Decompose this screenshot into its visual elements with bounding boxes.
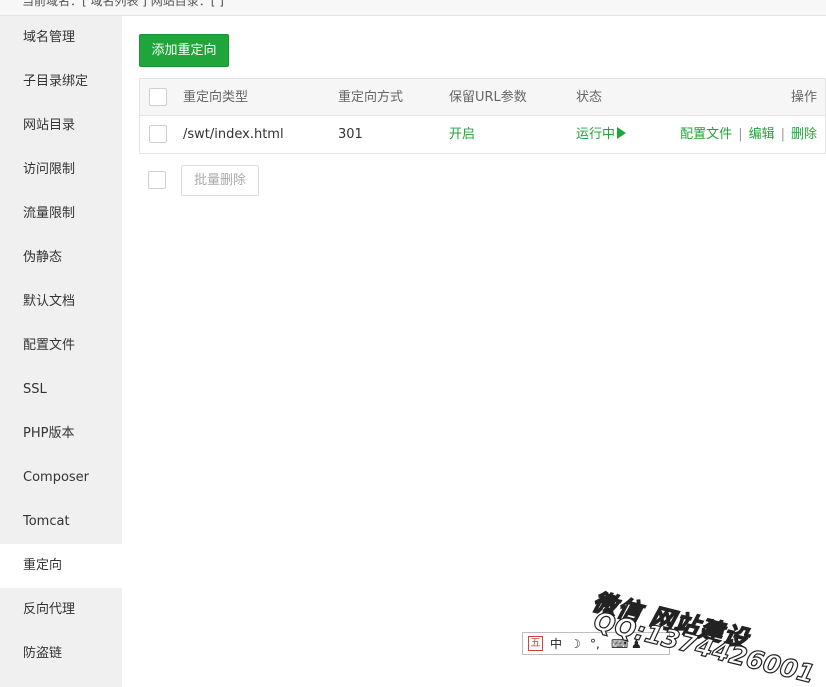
redirect-table: 重定向类型 重定向方式 保留URL参数 状态 操作 /swt/index.htm… xyxy=(139,78,826,154)
sidebar-item-php-version[interactable]: PHP版本 xyxy=(0,412,122,456)
top-bar: 当前域名：[ 域名列表 ] 网站目录：[ ] xyxy=(0,0,826,16)
header-keep-url: 保留URL参数 xyxy=(449,90,527,105)
op-separator: | xyxy=(780,127,785,142)
sidebar-item-traffic-limit[interactable]: 流量限制 xyxy=(0,192,122,236)
wubi-icon[interactable]: 五 xyxy=(528,636,543,651)
table-header: 重定向类型 重定向方式 保留URL参数 状态 操作 xyxy=(140,79,825,116)
header-type: 重定向类型 xyxy=(183,90,249,105)
cell-method: 301 xyxy=(338,127,363,142)
header-status: 状态 xyxy=(576,90,603,105)
ops-cell: 配置文件 | 编辑 | 删除 xyxy=(680,116,817,153)
add-redirect-button[interactable]: 添加重定向 xyxy=(139,34,229,67)
op-separator: | xyxy=(738,127,743,142)
batch-delete-button[interactable]: 批量删除 xyxy=(181,165,259,196)
table-row: /swt/index.html 301 开启 运行中 配置文件 | 编辑 | 删除 xyxy=(140,116,825,153)
header-ops: 操作 xyxy=(790,90,817,105)
sidebar: 域名管理 子目录绑定 网站目录 访问限制 流量限制 伪静态 默认文档 配置文件 … xyxy=(0,16,122,687)
main-panel: 添加重定向 重定向类型 重定向方式 保留URL参数 状态 操作 /swt/ind… xyxy=(122,16,826,687)
sidebar-item-tomcat[interactable]: Tomcat xyxy=(0,500,122,544)
header-method: 重定向方式 xyxy=(338,90,404,105)
sidebar-item-hotlink[interactable]: 防盗链 xyxy=(0,632,122,676)
config-file-link[interactable]: 配置文件 xyxy=(680,127,732,142)
cell-keep-url: 开启 xyxy=(449,127,476,142)
sidebar-item-site-dir[interactable]: 网站目录 xyxy=(0,104,122,148)
sidebar-item-access-limit[interactable]: 访问限制 xyxy=(0,148,122,192)
sidebar-item-default-doc[interactable]: 默认文档 xyxy=(0,280,122,324)
sidebar-item-redirect[interactable]: 重定向 xyxy=(0,544,122,588)
sidebar-item-composer[interactable]: Composer xyxy=(0,456,122,500)
cell-type: /swt/index.html xyxy=(183,127,284,142)
sidebar-item-domain[interactable]: 域名管理 xyxy=(0,16,122,60)
status-text: 运行中 xyxy=(576,127,616,142)
moon-icon[interactable]: ☽ xyxy=(570,636,581,652)
sidebar-item-subdir[interactable]: 子目录绑定 xyxy=(0,60,122,104)
sidebar-item-reverse-proxy[interactable]: 反向代理 xyxy=(0,588,122,632)
sidebar-item-rewrite[interactable]: 伪静态 xyxy=(0,236,122,280)
chinese-mode-icon[interactable]: 中 xyxy=(550,636,562,652)
status-toggle[interactable]: 运行中 xyxy=(576,116,627,153)
sidebar-item-ssl[interactable]: SSL xyxy=(0,368,122,412)
punctuation-icon[interactable]: °, xyxy=(590,636,600,652)
play-icon xyxy=(617,127,627,139)
delete-link[interactable]: 删除 xyxy=(791,127,817,142)
sidebar-item-config-file[interactable]: 配置文件 xyxy=(0,324,122,368)
top-bar-text: 当前域名：[ 域名列表 ] 网站目录：[ ] xyxy=(22,0,224,8)
row-checkbox[interactable] xyxy=(149,125,167,143)
edit-link[interactable]: 编辑 xyxy=(749,127,775,142)
batch-select-checkbox[interactable] xyxy=(148,171,166,189)
select-all-checkbox[interactable] xyxy=(149,88,167,106)
